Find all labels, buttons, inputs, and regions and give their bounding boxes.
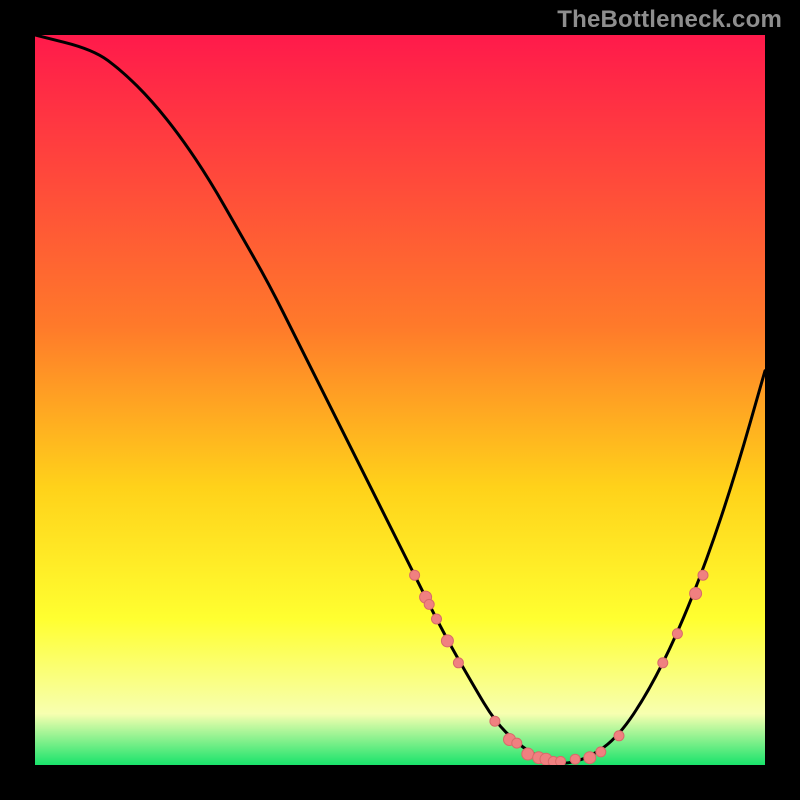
data-marker	[556, 756, 566, 765]
data-marker	[658, 658, 668, 668]
watermark-text: TheBottleneck.com	[557, 6, 782, 34]
bottleneck-curve-chart	[35, 35, 765, 765]
chart-frame: TheBottleneck.com	[0, 0, 800, 800]
data-marker	[441, 635, 453, 647]
plot-area	[35, 35, 765, 765]
data-marker	[672, 629, 682, 639]
data-marker	[614, 731, 624, 741]
data-marker	[432, 614, 442, 624]
data-marker	[584, 752, 596, 764]
data-marker	[522, 748, 534, 760]
data-marker	[490, 716, 500, 726]
data-marker	[512, 738, 522, 748]
gradient-background	[35, 35, 765, 765]
data-marker	[570, 754, 580, 764]
data-marker	[698, 570, 708, 580]
data-marker	[410, 570, 420, 580]
data-marker	[453, 658, 463, 668]
data-marker	[424, 599, 434, 609]
data-marker	[596, 747, 606, 757]
data-marker	[690, 588, 702, 600]
